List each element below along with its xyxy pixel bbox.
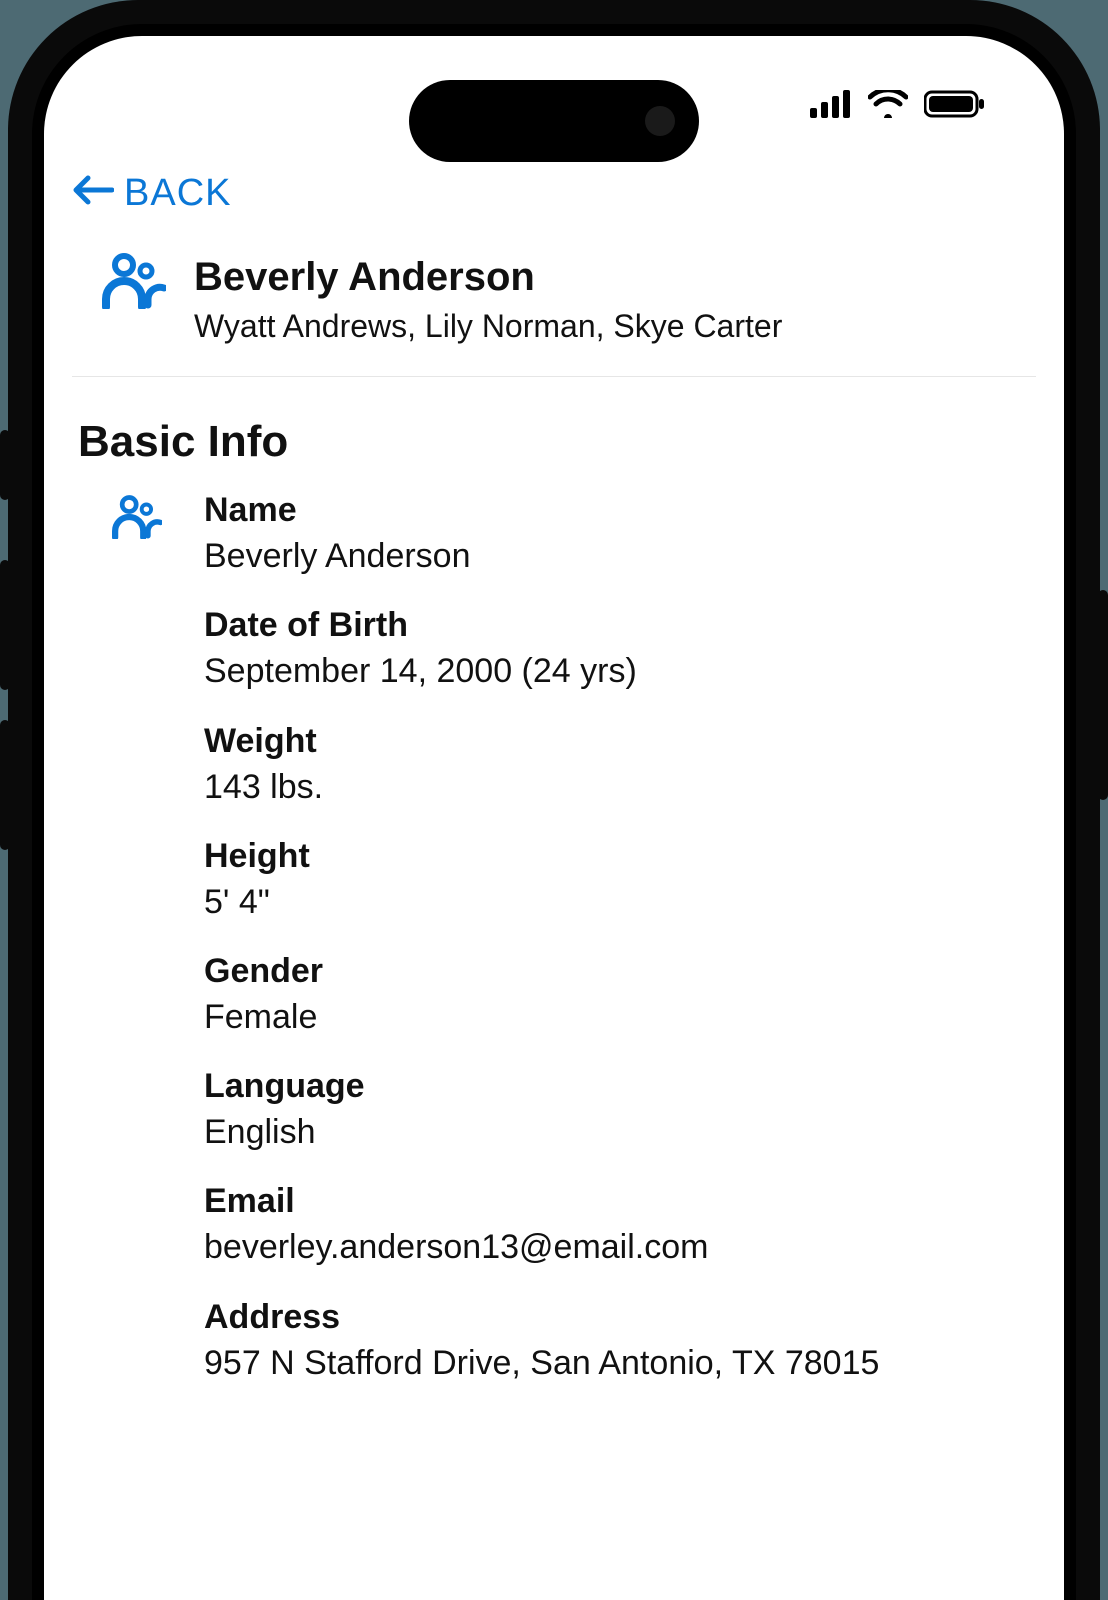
info-value: Female bbox=[204, 995, 1036, 1039]
info-label: Gender bbox=[204, 952, 1036, 991]
info-value: English bbox=[204, 1110, 1036, 1154]
info-label: Email bbox=[204, 1182, 1036, 1221]
info-language: Language English bbox=[204, 1067, 1036, 1154]
back-button[interactable]: BACK bbox=[72, 166, 1036, 235]
people-icon bbox=[102, 253, 166, 314]
info-email: Email beverley.anderson13@email.com bbox=[204, 1182, 1036, 1269]
info-list: Name Beverly Anderson Date of Birth Sept… bbox=[204, 491, 1036, 1413]
screen: BACK Beverly Anderson bbox=[44, 36, 1064, 1600]
front-camera bbox=[645, 106, 675, 136]
people-icon bbox=[112, 526, 162, 543]
phone-frame: BACK Beverly Anderson bbox=[8, 0, 1100, 1600]
info-label: Address bbox=[204, 1298, 1036, 1337]
info-label: Height bbox=[204, 837, 1036, 876]
info-label: Name bbox=[204, 491, 1036, 530]
info-height: Height 5' 4" bbox=[204, 837, 1036, 924]
profile-subtitle: Wyatt Andrews, Lily Norman, Skye Carter bbox=[194, 305, 782, 348]
back-arrow-icon bbox=[72, 172, 114, 215]
info-address: Address 957 N Stafford Drive, San Antoni… bbox=[204, 1298, 1036, 1385]
info-label: Weight bbox=[204, 722, 1036, 761]
info-value: beverley.anderson13@email.com bbox=[204, 1225, 1036, 1269]
info-value: 5' 4" bbox=[204, 880, 1036, 924]
back-label: BACK bbox=[124, 172, 231, 215]
info-dob: Date of Birth September 14, 2000 (24 yrs… bbox=[204, 606, 1036, 693]
info-gender: Gender Female bbox=[204, 952, 1036, 1039]
wifi-icon bbox=[868, 90, 908, 118]
status-bar bbox=[810, 90, 986, 118]
dynamic-island bbox=[409, 80, 699, 162]
info-weight: Weight 143 lbs. bbox=[204, 722, 1036, 809]
info-label: Date of Birth bbox=[204, 606, 1036, 645]
profile-title: Beverly Anderson bbox=[194, 253, 782, 301]
info-value: 143 lbs. bbox=[204, 765, 1036, 809]
cellular-icon bbox=[810, 90, 852, 118]
info-label: Language bbox=[204, 1067, 1036, 1106]
profile-header: Beverly Anderson Wyatt Andrews, Lily Nor… bbox=[72, 235, 1036, 377]
info-value: September 14, 2000 (24 yrs) bbox=[204, 649, 1036, 693]
battery-icon bbox=[924, 90, 986, 118]
section-title: Basic Info bbox=[72, 377, 1036, 491]
info-value: Beverly Anderson bbox=[204, 534, 1036, 578]
info-name: Name Beverly Anderson bbox=[204, 491, 1036, 578]
info-value: 957 N Stafford Drive, San Antonio, TX 78… bbox=[204, 1341, 1036, 1385]
